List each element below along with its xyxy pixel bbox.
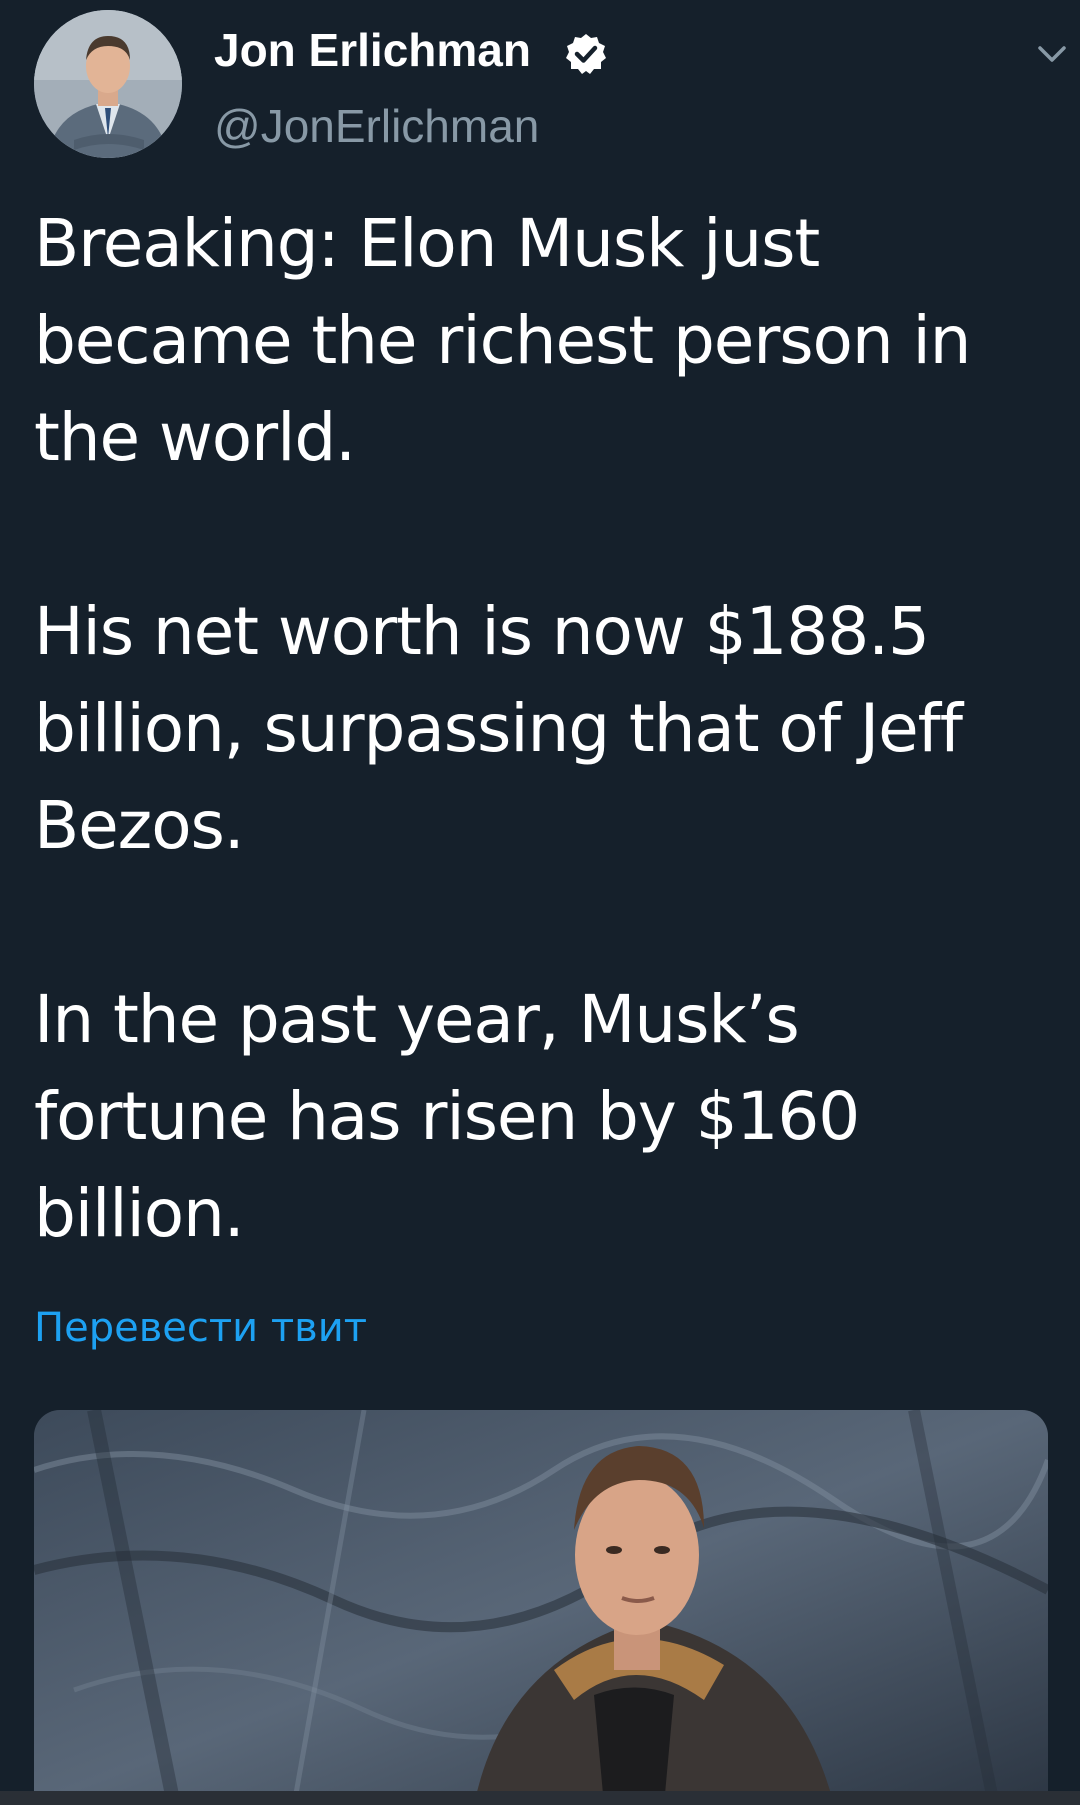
avatar[interactable] (34, 10, 182, 158)
tweet: Jon Erlichman @JonErlichman Breaking: El… (0, 0, 1080, 1805)
screen-bottom-edge (0, 1791, 1080, 1805)
author-handle[interactable]: @JonErlichman (214, 98, 539, 154)
author-name[interactable]: Jon Erlichman (214, 22, 531, 78)
tweet-media-photo[interactable] (34, 1410, 1048, 1805)
translate-tweet-link[interactable]: Перевести твит (34, 1300, 367, 1356)
tweet-paragraph: His net worth is now $188.5 billion, sur… (34, 593, 963, 864)
avatar-image (34, 10, 182, 158)
tweet-paragraph: In the past year, Musk’s fortune has ris… (34, 981, 860, 1252)
chevron-down-icon[interactable] (1034, 36, 1070, 72)
tweet-header: Jon Erlichman @JonErlichman (34, 10, 1066, 160)
verified-badge-icon (566, 34, 606, 74)
photo-image (34, 1410, 1048, 1805)
tweet-paragraph: Breaking: Elon Musk just became the rich… (34, 205, 972, 476)
tweet-text: Breaking: Elon Musk just became the rich… (34, 195, 1054, 1262)
